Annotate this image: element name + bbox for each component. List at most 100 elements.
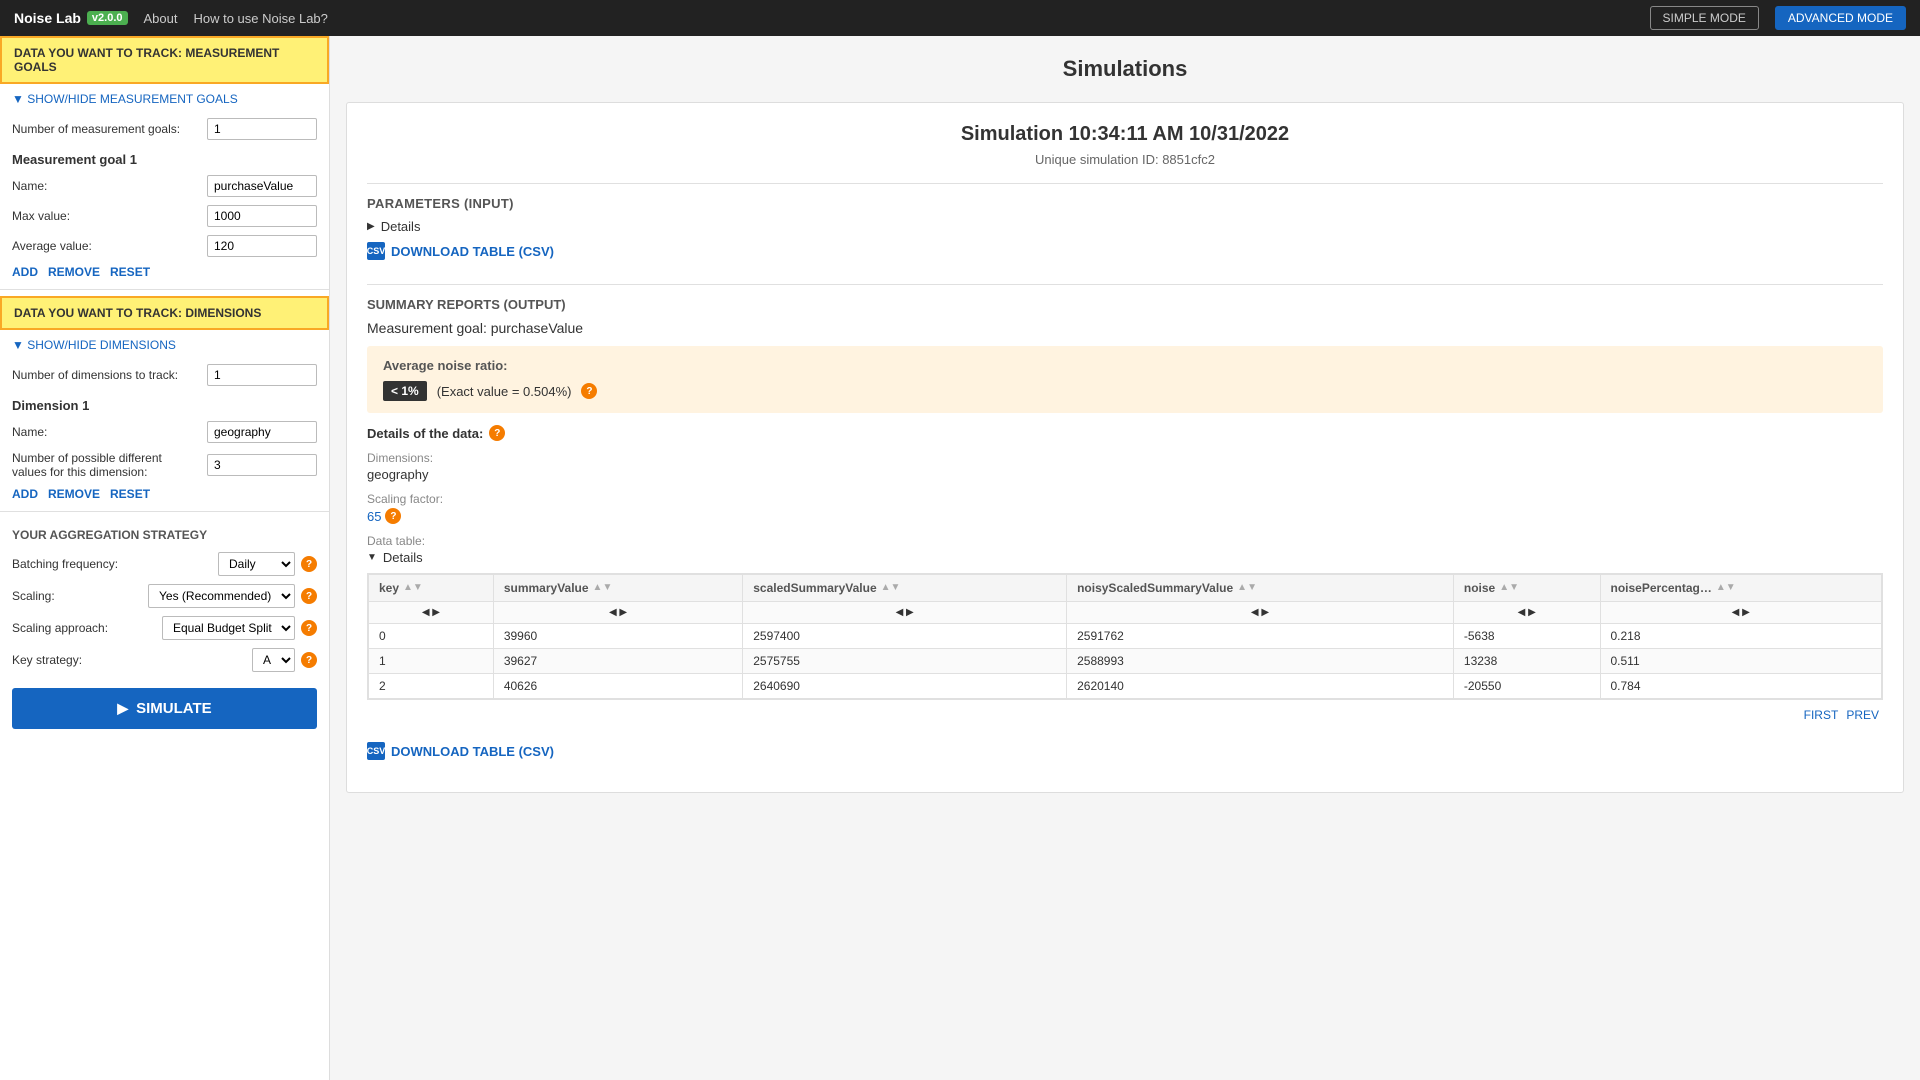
how-to-link[interactable]: How to use Noise Lab? [193,11,327,26]
key-strategy-label: Key strategy: [12,653,246,667]
scaling-approach-help-icon[interactable]: ? [301,620,317,636]
pagination-first[interactable]: FIRST [1804,708,1839,722]
scaling-select[interactable]: Yes (Recommended) No [148,584,295,608]
aggregation-title: YOUR AGGREGATION STRATEGY [0,518,329,548]
simple-mode-button[interactable]: SIMPLE MODE [1650,6,1759,30]
section2-header: DATA YOU WANT TO TRACK: DIMENSIONS 2. [0,296,329,330]
dim-numvalues-row: Number of possible different values for … [0,447,329,483]
cell-noise: -5638 [1453,624,1600,649]
download-csv-button-top[interactable]: CSV DOWNLOAD TABLE (CSV) [367,242,554,260]
dim-add-link[interactable]: ADD [12,487,38,501]
version-badge: v2.0.0 [87,11,128,25]
col-key-arrows[interactable]: ▲▼ [403,583,423,593]
num-dims-row: Number of dimensions to track: [0,360,329,390]
batching-help-icon[interactable]: ? [301,556,317,572]
col-summary-arrows[interactable]: ▲▼ [593,583,613,593]
parameters-details-toggle[interactable]: Details [367,219,1883,234]
scaling-help-icon[interactable]: ? [301,588,317,604]
num-goals-label: Number of measurement goals: [12,122,199,136]
col-noise-arrows[interactable]: ▲▼ [1499,583,1519,593]
cell-noisePercentage: 0.784 [1600,674,1882,699]
dimensions-value: geography [367,467,1883,482]
scaling-row: Scaling: Yes (Recommended) No ? [0,580,329,612]
csv-icon-top: CSV [367,242,385,260]
section1-title: DATA YOU WANT TO TRACK: MEASUREMENT GOAL… [14,46,279,74]
right-panel: Simulations Simulation 10:34:11 AM 10/31… [330,36,1920,1080]
scaling-factor-number: 65 [367,509,381,524]
pagination-prev[interactable]: PREV [1846,708,1879,722]
about-link[interactable]: About [144,11,178,26]
toggle-dimensions[interactable]: SHOW/HIDE DIMENSIONS [12,338,317,352]
goal-avg-input[interactable] [207,235,317,257]
summary-label: SUMMARY REPORTS (OUTPUT) [367,284,1883,320]
dim-actions: ADD REMOVE RESET [0,483,329,505]
col-summaryValue: summaryValue ▲▼ [493,575,742,602]
scaling-approach-select[interactable]: Equal Budget Split Custom [162,616,295,640]
advanced-mode-button[interactable]: ADVANCED MODE [1775,6,1906,30]
cell-summaryValue: 39960 [493,624,742,649]
goal-avg-row: Average value: [0,231,329,261]
goal-name-input[interactable] [207,175,317,197]
noise-ratio-title: Average noise ratio: [383,358,1867,373]
noise-ratio-box: Average noise ratio: < 1% (Exact value =… [367,346,1883,413]
table-pagination: FIRST PREV [367,700,1883,730]
table-row: 13962725757552588993132380.511 [369,649,1882,674]
table-row: 03996025974002591762-56380.218 [369,624,1882,649]
scaling-label: Scaling: [12,589,142,603]
data-table-toggle[interactable]: Details [367,550,1883,565]
goal-add-link[interactable]: ADD [12,265,38,279]
batching-select[interactable]: Daily Weekly Monthly [218,552,295,576]
noise-help-icon[interactable]: ? [581,383,597,399]
scaling-approach-label: Scaling approach: [12,621,156,635]
scaling-factor-label: Scaling factor: [367,492,1883,506]
col-noisyScaledSummaryValue: noisyScaledSummaryValue ▲▼ [1067,575,1454,602]
scroll-noisy: ◀ ▶ [1067,602,1454,624]
cell-scaledSummaryValue: 2597400 [743,624,1067,649]
data-table-details-label: Details [383,550,423,565]
cell-noise: 13238 [1453,649,1600,674]
goal-max-input[interactable] [207,205,317,227]
simulation-card: Simulation 10:34:11 AM 10/31/2022 Unique… [346,102,1904,793]
col-noisepct-arrows[interactable]: ▲▼ [1716,583,1736,593]
details-of-data-text: Details of the data: [367,426,483,441]
cell-key: 1 [369,649,494,674]
dimensions-label: Dimensions: [367,451,1883,465]
key-strategy-row: Key strategy: A B C ? [0,644,329,676]
key-strategy-help-icon[interactable]: ? [301,652,317,668]
download-csv-button-bottom[interactable]: CSV DOWNLOAD TABLE (CSV) [367,742,554,760]
cell-summaryValue: 39627 [493,649,742,674]
cell-scaledSummaryValue: 2575755 [743,649,1067,674]
dim-remove-link[interactable]: REMOVE [48,487,100,501]
scroll-noise: ◀ ▶ [1453,602,1600,624]
table-row: 24062626406902620140-205500.784 [369,674,1882,699]
details-of-data-help-icon[interactable]: ? [489,425,505,441]
col-scaled-arrows[interactable]: ▲▼ [881,583,901,593]
cell-noisyScaledSummaryValue: 2588993 [1067,649,1454,674]
simulate-button[interactable]: ▶ SIMULATE [12,688,317,729]
dim-reset-link[interactable]: RESET [110,487,150,501]
csv-icon-bottom: CSV [367,742,385,760]
col-noisy-arrows[interactable]: ▲▼ [1237,583,1257,593]
parameters-label: PARAMETERS (INPUT) [367,183,1883,219]
top-nav: Noise Lab v2.0.0 About How to use Noise … [0,0,1920,36]
dim-name-input[interactable] [207,421,317,443]
goal-remove-link[interactable]: REMOVE [48,265,100,279]
scaling-factor-help-icon[interactable]: ? [385,508,401,524]
section2-title: DATA YOU WANT TO TRACK: DIMENSIONS [14,306,261,320]
goal-max-label: Max value: [12,209,199,223]
batching-label: Batching frequency: [12,557,212,571]
brand-name: Noise Lab [14,10,81,26]
simulations-header: Simulations [330,36,1920,102]
goal-avg-label: Average value: [12,239,199,253]
num-goals-input[interactable] [207,118,317,140]
goal-reset-link[interactable]: RESET [110,265,150,279]
noise-badge: < 1% [383,381,427,401]
col-noise: noise ▲▼ [1453,575,1600,602]
dim-numvalues-input[interactable] [207,454,317,476]
cell-noise: -20550 [1453,674,1600,699]
section1-header: DATA YOU WANT TO TRACK: MEASUREMENT GOAL… [0,36,329,84]
toggle-measurement-goals[interactable]: SHOW/HIDE MEASUREMENT GOALS [12,92,317,106]
num-dims-input[interactable] [207,364,317,386]
download-csv-label-bottom: DOWNLOAD TABLE (CSV) [391,744,554,759]
key-strategy-select[interactable]: A B C [252,648,295,672]
